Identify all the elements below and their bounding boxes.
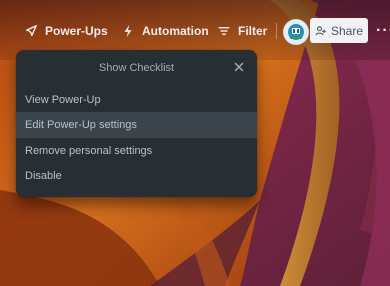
close-button[interactable] — [232, 60, 246, 74]
menu-item-label: Remove personal settings — [25, 145, 153, 157]
powerup-popover: Show Checklist View Power-Up Edit Power-… — [16, 50, 257, 197]
close-icon — [234, 62, 244, 72]
menu-item-label: Disable — [25, 170, 62, 182]
more-menu-button[interactable]: ··· — [376, 22, 390, 40]
automation-button[interactable]: Automation — [121, 18, 209, 44]
menu-item-view-powerup[interactable]: View Power-Up — [16, 87, 257, 113]
filter-label: Filter — [238, 24, 268, 38]
powerups-button[interactable]: Power-Ups — [24, 18, 108, 44]
avatar-image — [284, 20, 308, 44]
automation-label: Automation — [142, 24, 209, 38]
popover-title: Show Checklist — [98, 62, 175, 74]
add-person-icon — [315, 25, 326, 35]
filter-button[interactable]: Filter — [217, 18, 267, 44]
menu-item-edit-settings[interactable]: Edit Power-Up settings — [16, 112, 257, 138]
bolt-icon — [124, 24, 132, 38]
menu-item-disable[interactable]: Disable — [16, 163, 257, 189]
toolbar-divider — [276, 23, 277, 39]
menu-item-label: View Power-Up — [25, 94, 101, 106]
avatar[interactable] — [283, 19, 309, 45]
share-button[interactable]: Share — [310, 18, 368, 43]
powerups-label: Power-Ups — [45, 24, 108, 38]
menu-item-label: Edit Power-Up settings — [25, 119, 137, 131]
rocket-icon — [25, 25, 37, 37]
share-label: Share — [330, 23, 364, 38]
menu-item-remove-personal-settings[interactable]: Remove personal settings — [16, 138, 257, 164]
filter-icon — [218, 27, 230, 35]
